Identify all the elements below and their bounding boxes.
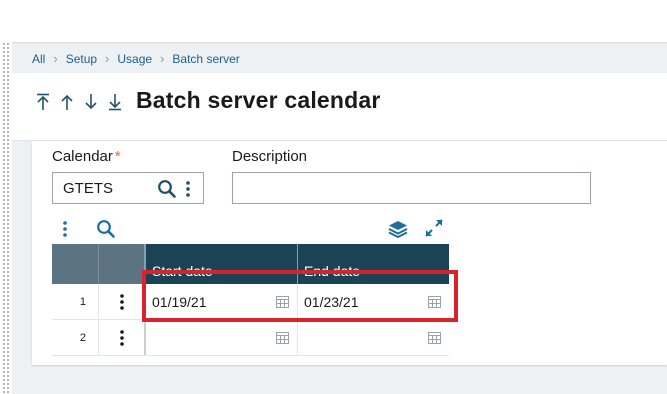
grid-search-icon[interactable]	[96, 219, 116, 239]
row-number: 2	[79, 331, 86, 344]
table-row: 2	[52, 320, 449, 356]
breadcrumb-setup[interactable]: Setup	[66, 52, 97, 66]
record-navigation	[34, 91, 124, 113]
start-date-cell[interactable]	[144, 320, 297, 355]
row-menu-icon[interactable]	[98, 320, 144, 355]
description-field[interactable]	[232, 172, 591, 204]
breadcrumb-batch-server[interactable]: Batch server	[172, 52, 239, 66]
app-shell: All › Setup › Usage › Batch server Batch…	[12, 42, 667, 394]
row-action-header	[98, 244, 144, 284]
calendar-icon[interactable]	[276, 331, 289, 344]
row-menu-icon[interactable]	[98, 284, 144, 319]
end-date-cell[interactable]	[297, 320, 449, 355]
left-dock-handle[interactable]	[2, 42, 10, 394]
more-options-icon[interactable]	[183, 179, 193, 199]
required-marker: *	[114, 148, 121, 165]
page: All › Setup › Usage › Batch server Batch…	[0, 0, 667, 394]
layers-icon[interactable]	[388, 219, 408, 239]
search-icon[interactable]	[157, 179, 177, 199]
calendar-label-text: Calendar	[52, 148, 113, 165]
calendar-value[interactable]: GTETS	[63, 180, 113, 197]
grid-actions-icon[interactable]	[60, 220, 70, 238]
chevron-right-icon: ›	[105, 51, 110, 66]
previous-record-icon[interactable]	[58, 91, 76, 113]
row-number: 1	[79, 295, 86, 308]
highlight-annotation	[142, 270, 458, 322]
breadcrumb-usage[interactable]: Usage	[117, 52, 152, 66]
breadcrumb-all[interactable]: All	[32, 52, 45, 66]
page-title: Batch server calendar	[136, 87, 381, 113]
row-number-header	[52, 244, 98, 284]
description-label: Description	[232, 148, 308, 165]
chevron-right-icon: ›	[53, 51, 58, 66]
chevron-right-icon: ›	[160, 51, 165, 66]
expand-icon[interactable]	[424, 218, 444, 238]
calendar-field[interactable]: GTETS	[52, 172, 204, 204]
breadcrumb: All › Setup › Usage › Batch server	[32, 51, 240, 66]
calendar-label: Calendar *	[52, 148, 121, 165]
page-header: Batch server calendar	[12, 73, 667, 141]
first-record-icon[interactable]	[34, 91, 52, 113]
next-record-icon[interactable]	[82, 91, 100, 113]
calendar-icon[interactable]	[428, 331, 441, 344]
last-record-icon[interactable]	[106, 91, 124, 113]
form-card: Calendar * GTETS Description Start date …	[32, 141, 667, 365]
